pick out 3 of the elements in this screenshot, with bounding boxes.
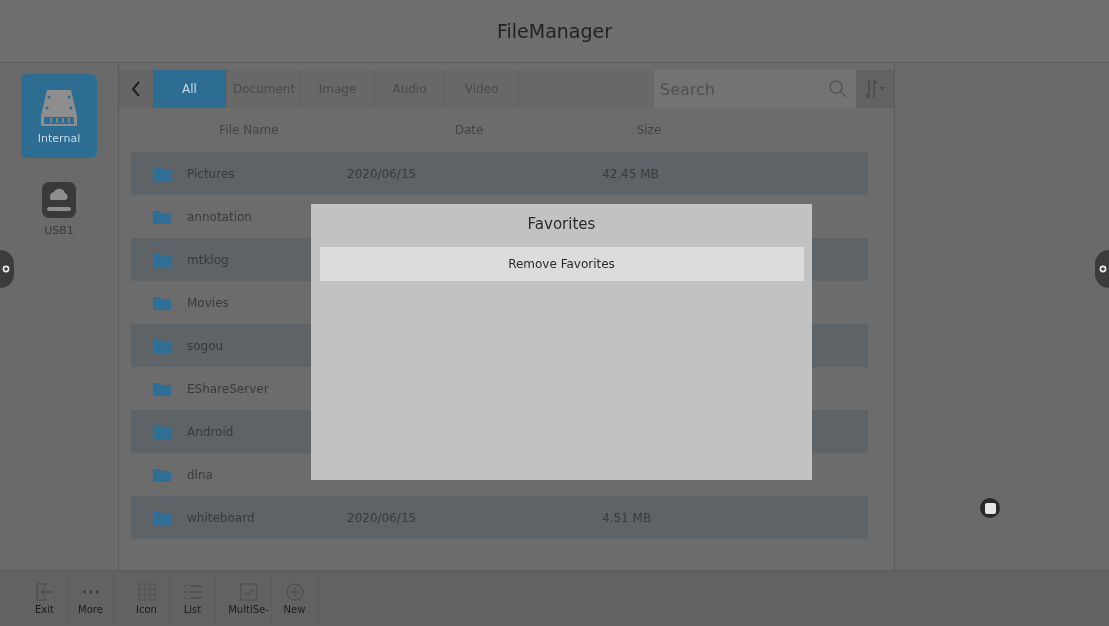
dialog-title: Favorites: [527, 214, 596, 235]
storage-label: Internal: [37, 131, 81, 145]
window-title: FileManager: [496, 20, 613, 42]
